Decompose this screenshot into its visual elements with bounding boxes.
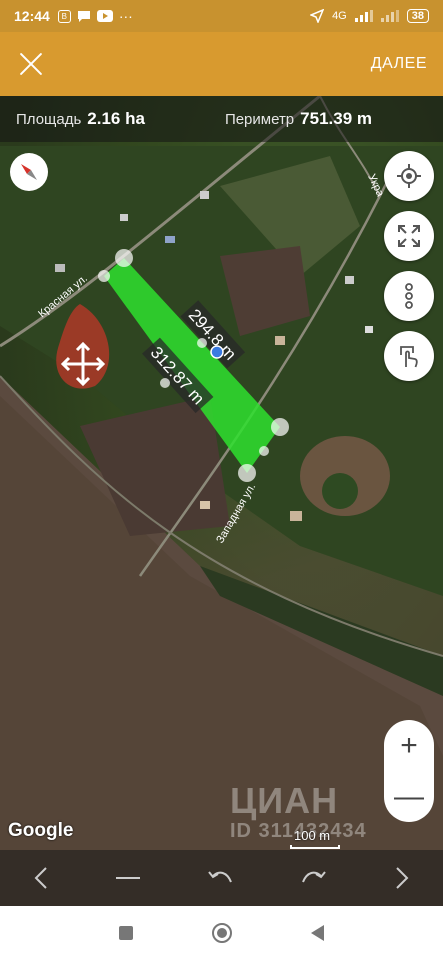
scale-label: 100 m xyxy=(294,828,331,843)
vertex-handle[interactable] xyxy=(115,249,133,267)
midpoint-handle[interactable] xyxy=(259,446,269,456)
next-button[interactable]: ДАЛЕЕ xyxy=(371,55,427,73)
scale-bar xyxy=(290,845,340,849)
fullscreen-icon xyxy=(398,225,420,247)
perimeter-label: Периметр xyxy=(224,110,295,128)
network-type: 4G xyxy=(332,10,347,22)
back-icon[interactable] xyxy=(310,925,324,941)
touch-icon xyxy=(400,346,418,368)
close-button[interactable] xyxy=(16,49,46,79)
top-toolbar: ДАЛЕЕ xyxy=(0,32,443,96)
compass-button[interactable] xyxy=(10,153,48,191)
vpn-icon: B xyxy=(57,9,71,23)
zoom-in-button[interactable]: + xyxy=(400,730,418,761)
more-notifications: ··· xyxy=(118,8,133,24)
status-time: 12:44 xyxy=(14,8,50,24)
previous-icon[interactable] xyxy=(34,866,48,890)
home-icon[interactable] xyxy=(211,923,232,943)
vertex-handle[interactable] xyxy=(238,464,256,482)
location-arrow-icon xyxy=(310,9,325,23)
next-icon[interactable] xyxy=(395,866,409,890)
more-vertical-icon xyxy=(405,283,413,309)
perimeter-value: 751.39 m xyxy=(300,109,372,128)
chat-icon xyxy=(77,10,90,22)
area-value: 2.16 ha xyxy=(87,109,145,128)
recents-icon[interactable] xyxy=(119,926,134,940)
battery-icon: 38 xyxy=(406,9,429,23)
map-view[interactable]: Красная ул. Западная ул. Укра 294.8 m 31… xyxy=(0,96,443,906)
zoom-control: + — xyxy=(384,720,434,822)
midpoint-handle[interactable] xyxy=(160,378,170,388)
compass-icon xyxy=(21,164,37,180)
satellite-imagery: Красная ул. Западная ул. Укра 294.8 m 31… xyxy=(0,96,443,906)
status-bar: 12:44 B ··· 4G 38 xyxy=(0,0,443,32)
locate-button[interactable] xyxy=(384,151,434,201)
signal-icon xyxy=(354,10,373,22)
google-attribution: Google xyxy=(8,820,74,841)
notification-icons: B ··· xyxy=(57,8,133,24)
status-right: 4G 38 xyxy=(310,9,429,23)
selected-point[interactable] xyxy=(210,345,224,359)
redo-icon[interactable] xyxy=(301,868,327,888)
youtube-icon xyxy=(96,10,113,22)
edit-toolbar xyxy=(0,850,443,906)
midpoint-handle[interactable] xyxy=(197,338,207,348)
vertex-handle[interactable] xyxy=(271,418,289,436)
touch-mode-button[interactable] xyxy=(384,331,434,381)
measurement-bar: Площадь 2.16 ha Периметр 751.39 m xyxy=(0,96,443,142)
undo-icon[interactable] xyxy=(207,868,233,888)
fullscreen-button[interactable] xyxy=(384,211,434,261)
minus-icon[interactable] xyxy=(115,876,140,880)
vertex-handle[interactable] xyxy=(98,270,110,282)
system-nav-bar xyxy=(0,906,443,960)
locate-icon xyxy=(397,164,421,188)
more-options-button[interactable] xyxy=(384,271,434,321)
signal2-icon xyxy=(380,10,399,22)
zoom-out-button[interactable]: — xyxy=(394,781,424,812)
area-label: Площадь xyxy=(16,110,82,128)
